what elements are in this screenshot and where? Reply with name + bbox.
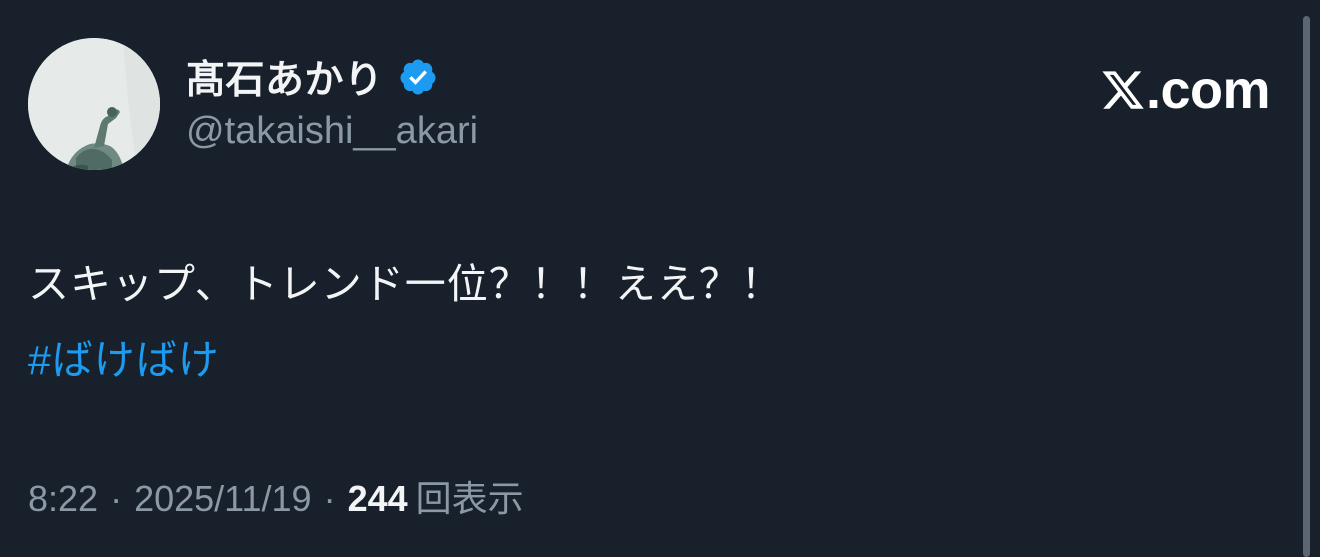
meta-separator: · xyxy=(110,478,123,519)
avatar[interactable] xyxy=(28,38,160,170)
hashtag-link[interactable]: #ばけばけ xyxy=(28,326,220,386)
scrollbar[interactable] xyxy=(1303,16,1310,557)
tweet-text: スキップ、トレンド一位？！！ええ？！ xyxy=(28,261,783,307)
x-logo-domain: .com xyxy=(1145,60,1271,120)
view-count-label: 回表示 xyxy=(415,478,524,519)
tweet-time[interactable]: 8:22 xyxy=(28,478,98,520)
meta-separator: · xyxy=(323,478,336,519)
user-handle[interactable]: @takaishi__akari xyxy=(186,110,478,153)
display-name[interactable]: 髙石あかり xyxy=(186,49,384,105)
x-logo-icon xyxy=(1100,67,1146,113)
tweet-card: 髙石あかり @takaishi__akari .com スキップ、トレンド一位？… xyxy=(0,0,1320,557)
display-name-row[interactable]: 髙石あかり xyxy=(186,52,438,102)
tweet-meta: 8:22 · 2025/11/19 · 244 回表示 xyxy=(28,470,524,522)
avatar-image xyxy=(28,38,160,170)
x-logo[interactable]: .com xyxy=(1100,60,1271,120)
verified-badge-icon xyxy=(398,57,438,97)
tweet-date[interactable]: 2025/11/19 xyxy=(134,478,312,520)
view-count[interactable]: 244 xyxy=(348,478,408,520)
